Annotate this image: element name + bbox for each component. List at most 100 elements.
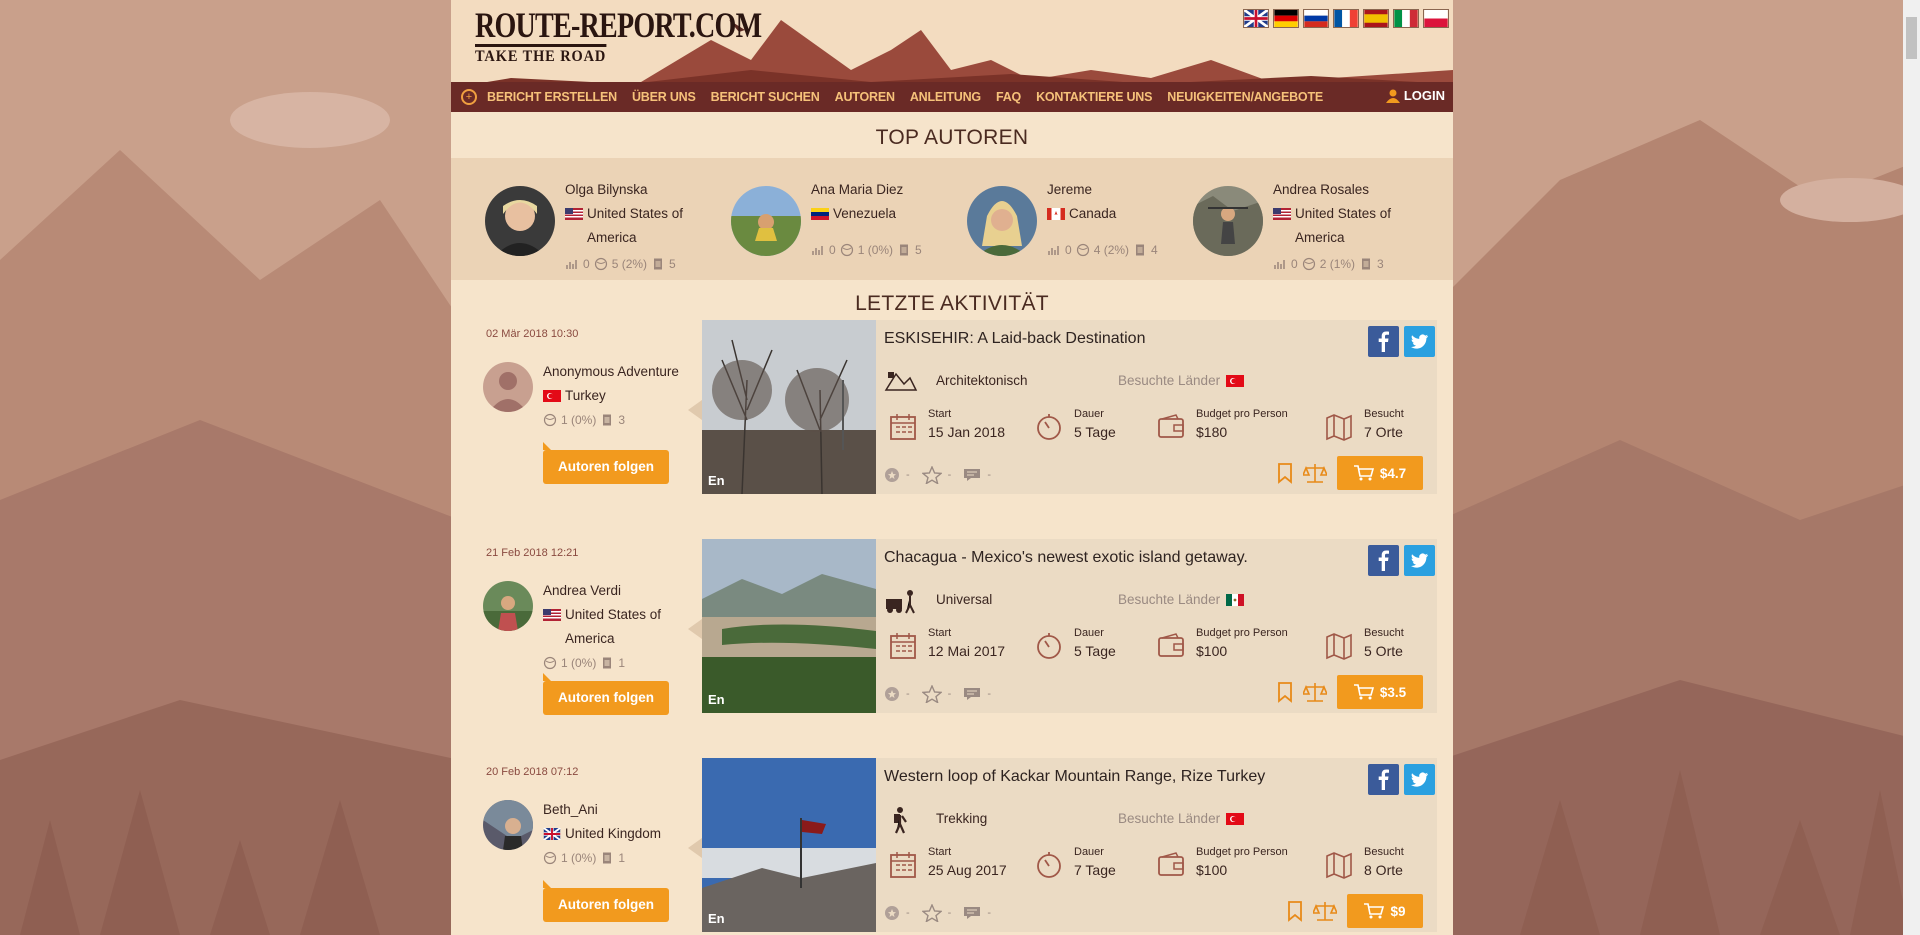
facebook-share-icon[interactable] <box>1368 764 1399 795</box>
site-logo[interactable]: ROUTE-REPORT.COM TAKE THE ROAD <box>475 6 842 67</box>
turkey-flag-icon <box>543 390 561 402</box>
user-icon <box>1385 89 1400 103</box>
dauer-value: 5 Tage <box>1074 424 1116 440</box>
start-value: 15 Jan 2018 <box>928 424 1006 440</box>
poland-flag-icon[interactable] <box>1423 9 1449 28</box>
rating-row: - - - <box>884 904 991 922</box>
budget-label: Budget pro Person <box>1196 627 1288 639</box>
nav-kontaktiere-uns[interactable]: KONTAKTIERE UNS <box>1036 90 1152 104</box>
follow-author-button[interactable]: Autoren folgen <box>543 673 669 715</box>
star-icon[interactable] <box>921 466 942 484</box>
comment-value: - <box>987 469 992 481</box>
medal-value: - <box>906 469 910 481</box>
language-selector <box>1243 9 1449 28</box>
uk-flag-icon <box>543 828 561 840</box>
author-avatar[interactable] <box>485 186 555 256</box>
compare-scale-icon[interactable] <box>1303 462 1327 484</box>
nav-faq[interactable]: FAQ <box>996 90 1021 104</box>
medal-icon <box>885 906 899 920</box>
russia-flag-icon[interactable] <box>1303 9 1329 28</box>
nav-bericht-suchen[interactable]: BERICHT SUCHEN <box>711 90 820 104</box>
author-name[interactable]: Andrea Rosales <box>1273 178 1403 202</box>
document-icon <box>603 657 612 669</box>
author-avatar[interactable] <box>731 186 801 256</box>
author-avatar[interactable] <box>967 186 1037 256</box>
author-name[interactable]: Anonymous Adventure <box>543 360 683 384</box>
buy-button[interactable]: $4.7 <box>1337 456 1423 490</box>
comment-icon[interactable] <box>963 687 981 701</box>
author-avatar[interactable] <box>483 581 533 631</box>
dauer-label: Dauer <box>1074 627 1104 639</box>
budget-label: Budget pro Person <box>1196 408 1288 420</box>
visited-countries-label: Besuchte Länder <box>1118 592 1221 607</box>
nav-neuigkeiten[interactable]: NEUIGKEITEN/ANGEBOTE <box>1167 90 1323 104</box>
rating-row: - - - <box>884 685 991 703</box>
author-avatar[interactable] <box>483 800 533 850</box>
twitter-share-icon[interactable] <box>1404 545 1435 576</box>
top-authors-panel: Olga Bilynska United States of America 0… <box>451 158 1453 280</box>
star-icon[interactable] <box>921 904 942 922</box>
compass-icon[interactable]: + <box>461 89 477 105</box>
medal-value: - <box>906 688 910 700</box>
stat-sales: 0 <box>829 243 836 257</box>
report-thumbnail[interactable] <box>702 758 876 932</box>
facebook-share-icon[interactable] <box>1368 545 1399 576</box>
nav-anleitung[interactable]: ANLEITUNG <box>910 90 981 104</box>
bookmark-icon[interactable] <box>1287 900 1303 922</box>
nav-bericht-erstellen[interactable]: BERICHT ERSTELLEN <box>487 90 617 104</box>
author-avatar[interactable] <box>1193 186 1263 256</box>
report-title[interactable]: Western loop of Kackar Mountain Range, R… <box>884 768 1265 786</box>
author-name[interactable]: Jereme <box>1047 178 1177 202</box>
mexico-flag-icon <box>1226 593 1245 606</box>
nav-ueber-uns[interactable]: ÜBER UNS <box>632 90 696 104</box>
globe-icon <box>1302 257 1315 271</box>
spain-flag-icon[interactable] <box>1363 9 1389 28</box>
twitter-share-icon[interactable] <box>1404 326 1435 357</box>
twitter-share-icon[interactable] <box>1404 764 1435 795</box>
uk-flag-icon[interactable] <box>1243 9 1269 28</box>
bookmark-icon[interactable] <box>1277 462 1293 484</box>
report-thumbnail[interactable] <box>702 539 876 713</box>
buy-button[interactable]: $3.5 <box>1337 675 1423 709</box>
follow-author-button[interactable]: Autoren folgen <box>543 442 669 484</box>
report-thumbnail[interactable] <box>702 320 876 494</box>
report-title[interactable]: Chacagua - Mexico's newest exotic island… <box>884 549 1248 567</box>
stat-reports: 1 <box>618 656 626 670</box>
hiker-icon <box>894 807 907 834</box>
author-name[interactable]: Ana Maria Diez <box>811 178 941 202</box>
author-name[interactable]: Andrea Verdi <box>543 579 683 603</box>
germany-flag-icon[interactable] <box>1273 9 1299 28</box>
author-name[interactable]: Beth_Ani <box>543 798 683 822</box>
buy-button[interactable]: $9 <box>1347 894 1423 928</box>
star-value: - <box>947 469 952 481</box>
facebook-share-icon[interactable] <box>1368 326 1399 357</box>
nav-autoren[interactable]: AUTOREN <box>835 90 895 104</box>
author-avatar[interactable] <box>483 362 533 412</box>
compare-scale-icon[interactable] <box>1313 900 1337 922</box>
card-actions: $3.5 <box>1277 675 1423 709</box>
bookmark-icon[interactable] <box>1277 681 1293 703</box>
login-label: LOGIN <box>1403 88 1445 103</box>
page-scrollbar[interactable] <box>1903 0 1920 935</box>
comment-icon[interactable] <box>963 906 981 920</box>
star-icon[interactable] <box>921 685 942 703</box>
dauer-value: 5 Tage <box>1074 643 1116 659</box>
stat-countries: 4 (2%) <box>1093 243 1130 257</box>
comment-value: - <box>987 688 992 700</box>
follow-author-button[interactable]: Autoren folgen <box>543 880 669 922</box>
login-button[interactable]: LOGIN <box>1385 88 1445 103</box>
scrollbar-thumb[interactable] <box>1906 17 1917 59</box>
calendar-icon <box>890 633 916 659</box>
price-label: $4.7 <box>1379 465 1407 481</box>
france-flag-icon[interactable] <box>1333 9 1359 28</box>
globe-icon <box>543 656 557 670</box>
italy-flag-icon[interactable] <box>1393 9 1419 28</box>
author-name[interactable]: Olga Bilynska <box>565 178 695 202</box>
comment-icon[interactable] <box>963 468 981 482</box>
map-icon <box>1326 633 1352 660</box>
start-value: 12 Mai 2017 <box>928 643 1006 659</box>
activity-date: 02 Mär 2018 10:30 <box>486 328 579 340</box>
report-title[interactable]: ESKISEHIR: A Laid-back Destination <box>884 330 1145 348</box>
turkey-flag-icon <box>1226 812 1245 825</box>
compare-scale-icon[interactable] <box>1303 681 1327 703</box>
